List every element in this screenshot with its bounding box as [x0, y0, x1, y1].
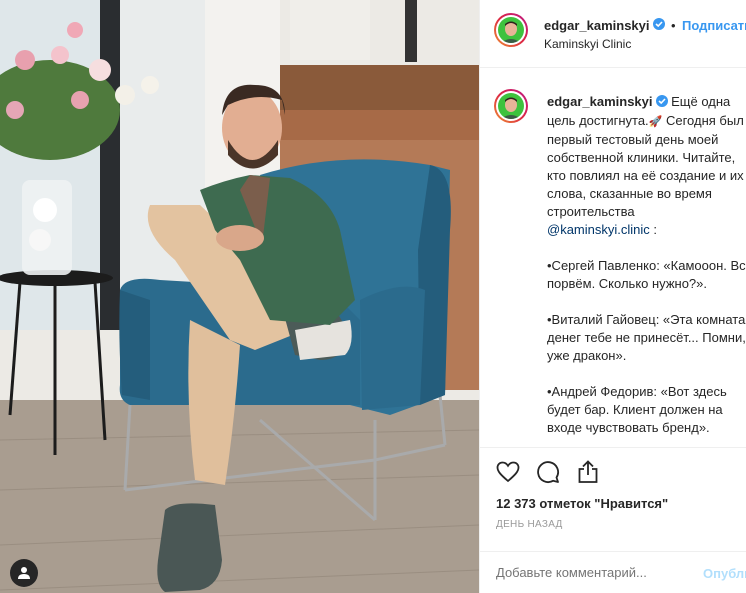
comment-bar: Опубликовать — [480, 551, 746, 593]
user-icon — [18, 567, 30, 579]
header-username[interactable]: edgar_kaminskyi — [544, 18, 650, 33]
caption-text-part-3: : •Сергей Павленко: «Камооон. Все порвём… — [547, 221, 746, 435]
publish-button[interactable]: Опубликовать — [703, 566, 746, 581]
likes-count[interactable]: 12 373 отметок "Нравится" — [496, 496, 668, 511]
follow-button[interactable]: Подписаться — [682, 18, 746, 33]
avatar-image — [501, 97, 521, 119]
comment-input[interactable] — [496, 565, 696, 580]
post-photo[interactable] — [0, 0, 479, 593]
post-header: edgar_kaminskyi • Подписаться Kaminskyi … — [480, 0, 746, 68]
user-tag-button[interactable] — [10, 559, 38, 587]
caption-text: edgar_kaminskyi Ещё одна цель достигнута… — [547, 93, 746, 447]
rocket-emoji: 🚀 — [648, 115, 663, 128]
caption-scroll-area[interactable]: edgar_kaminskyi Ещё одна цель достигнута… — [480, 69, 746, 447]
verified-badge-icon — [652, 17, 665, 35]
post-side-panel: edgar_kaminskyi • Подписаться Kaminskyi … — [479, 0, 746, 593]
comment-icon — [537, 461, 559, 483]
heart-icon — [496, 461, 520, 483]
verified-badge-icon — [655, 94, 668, 112]
photo-image — [0, 0, 479, 593]
post-actions: 12 373 отметок "Нравится" ДЕНЬ НАЗАД Опу… — [480, 447, 746, 593]
avatar[interactable] — [494, 13, 528, 47]
location-link[interactable]: Kaminskyi Clinic — [544, 37, 631, 51]
share-icon — [578, 460, 598, 483]
comment-button[interactable] — [534, 458, 562, 486]
mention-link[interactable]: @kaminskyi.clinic — [547, 222, 650, 237]
header-separator: • — [670, 18, 676, 34]
share-button[interactable] — [574, 458, 602, 486]
caption-avatar[interactable] — [494, 89, 528, 123]
caption-username[interactable]: edgar_kaminskyi — [547, 94, 653, 109]
post-timestamp[interactable]: ДЕНЬ НАЗАД — [496, 519, 563, 530]
caption-text-part-2: Сегодня был первый тестовый день моей со… — [547, 112, 744, 219]
avatar-image — [501, 21, 521, 43]
like-button[interactable] — [494, 458, 522, 486]
